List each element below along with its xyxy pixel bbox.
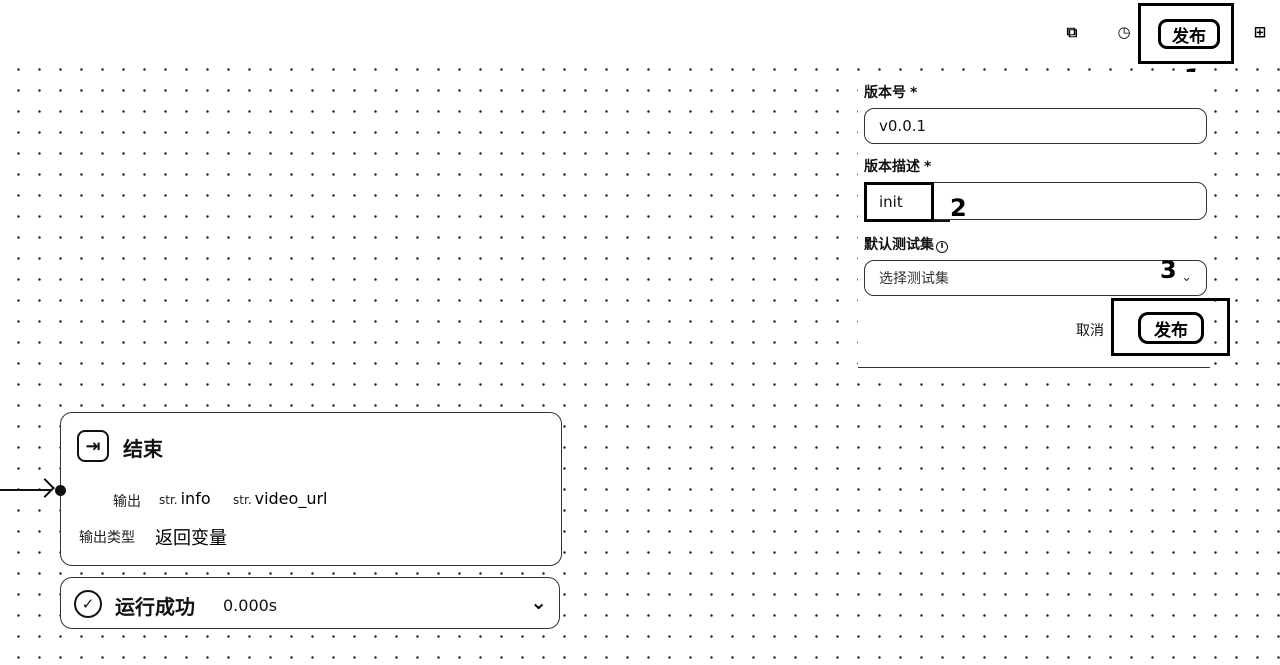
output-tag-info: str. info <box>159 489 211 508</box>
testset-label: 默认测试集 i <box>864 234 948 254</box>
chevron-down-icon[interactable]: ⌄ <box>530 590 547 614</box>
annotation-number-2: 2 <box>950 194 967 222</box>
input-port[interactable] <box>55 485 66 496</box>
history-icon[interactable]: ◷ <box>1114 22 1134 42</box>
description-value[interactable]: init <box>864 182 934 222</box>
testset-select[interactable]: 选择测试集 ⌄ <box>864 260 1207 296</box>
add-icon[interactable]: ⊞ <box>1250 22 1270 42</box>
annotation-number-3: 3 <box>1160 256 1177 284</box>
end-node-icon: ⇥ <box>77 430 109 462</box>
info-icon[interactable]: i <box>936 241 948 253</box>
run-status-bar[interactable]: ✓ 运行成功 0.000s ⌄ <box>60 577 560 629</box>
cancel-button[interactable]: 取消 <box>1076 320 1104 340</box>
end-node[interactable]: ⇥ 结束 输出 str. info str. video_url 输出类型 返回变量 <box>55 412 562 566</box>
end-node-title: 结束 <box>123 437 163 461</box>
version-label: 版本号 * <box>864 85 918 101</box>
output-type-value: 返回变量 <box>155 528 227 549</box>
description-label: 版本描述 * <box>864 159 932 175</box>
annotation-underline <box>934 220 950 222</box>
output-tag-video-url: str. video_url <box>233 489 328 508</box>
testset-placeholder: 选择测试集 <box>879 271 949 287</box>
run-status-text: 运行成功 <box>115 595 195 619</box>
check-circle-icon: ✓ <box>74 590 102 618</box>
run-duration: 0.000s <box>223 596 278 615</box>
chevron-down-icon: ⌄ <box>1181 270 1192 285</box>
output-label: 输出 <box>113 494 141 510</box>
publish-button[interactable]: 发布 <box>1158 19 1220 49</box>
output-type-label: 输出类型 <box>79 530 135 546</box>
version-value: v0.0.1 <box>879 117 927 135</box>
copy-icon[interactable]: ⧉ <box>1062 22 1082 42</box>
version-input[interactable]: v0.0.1 <box>864 108 1207 144</box>
submit-publish-button[interactable]: 发布 <box>1138 312 1204 344</box>
